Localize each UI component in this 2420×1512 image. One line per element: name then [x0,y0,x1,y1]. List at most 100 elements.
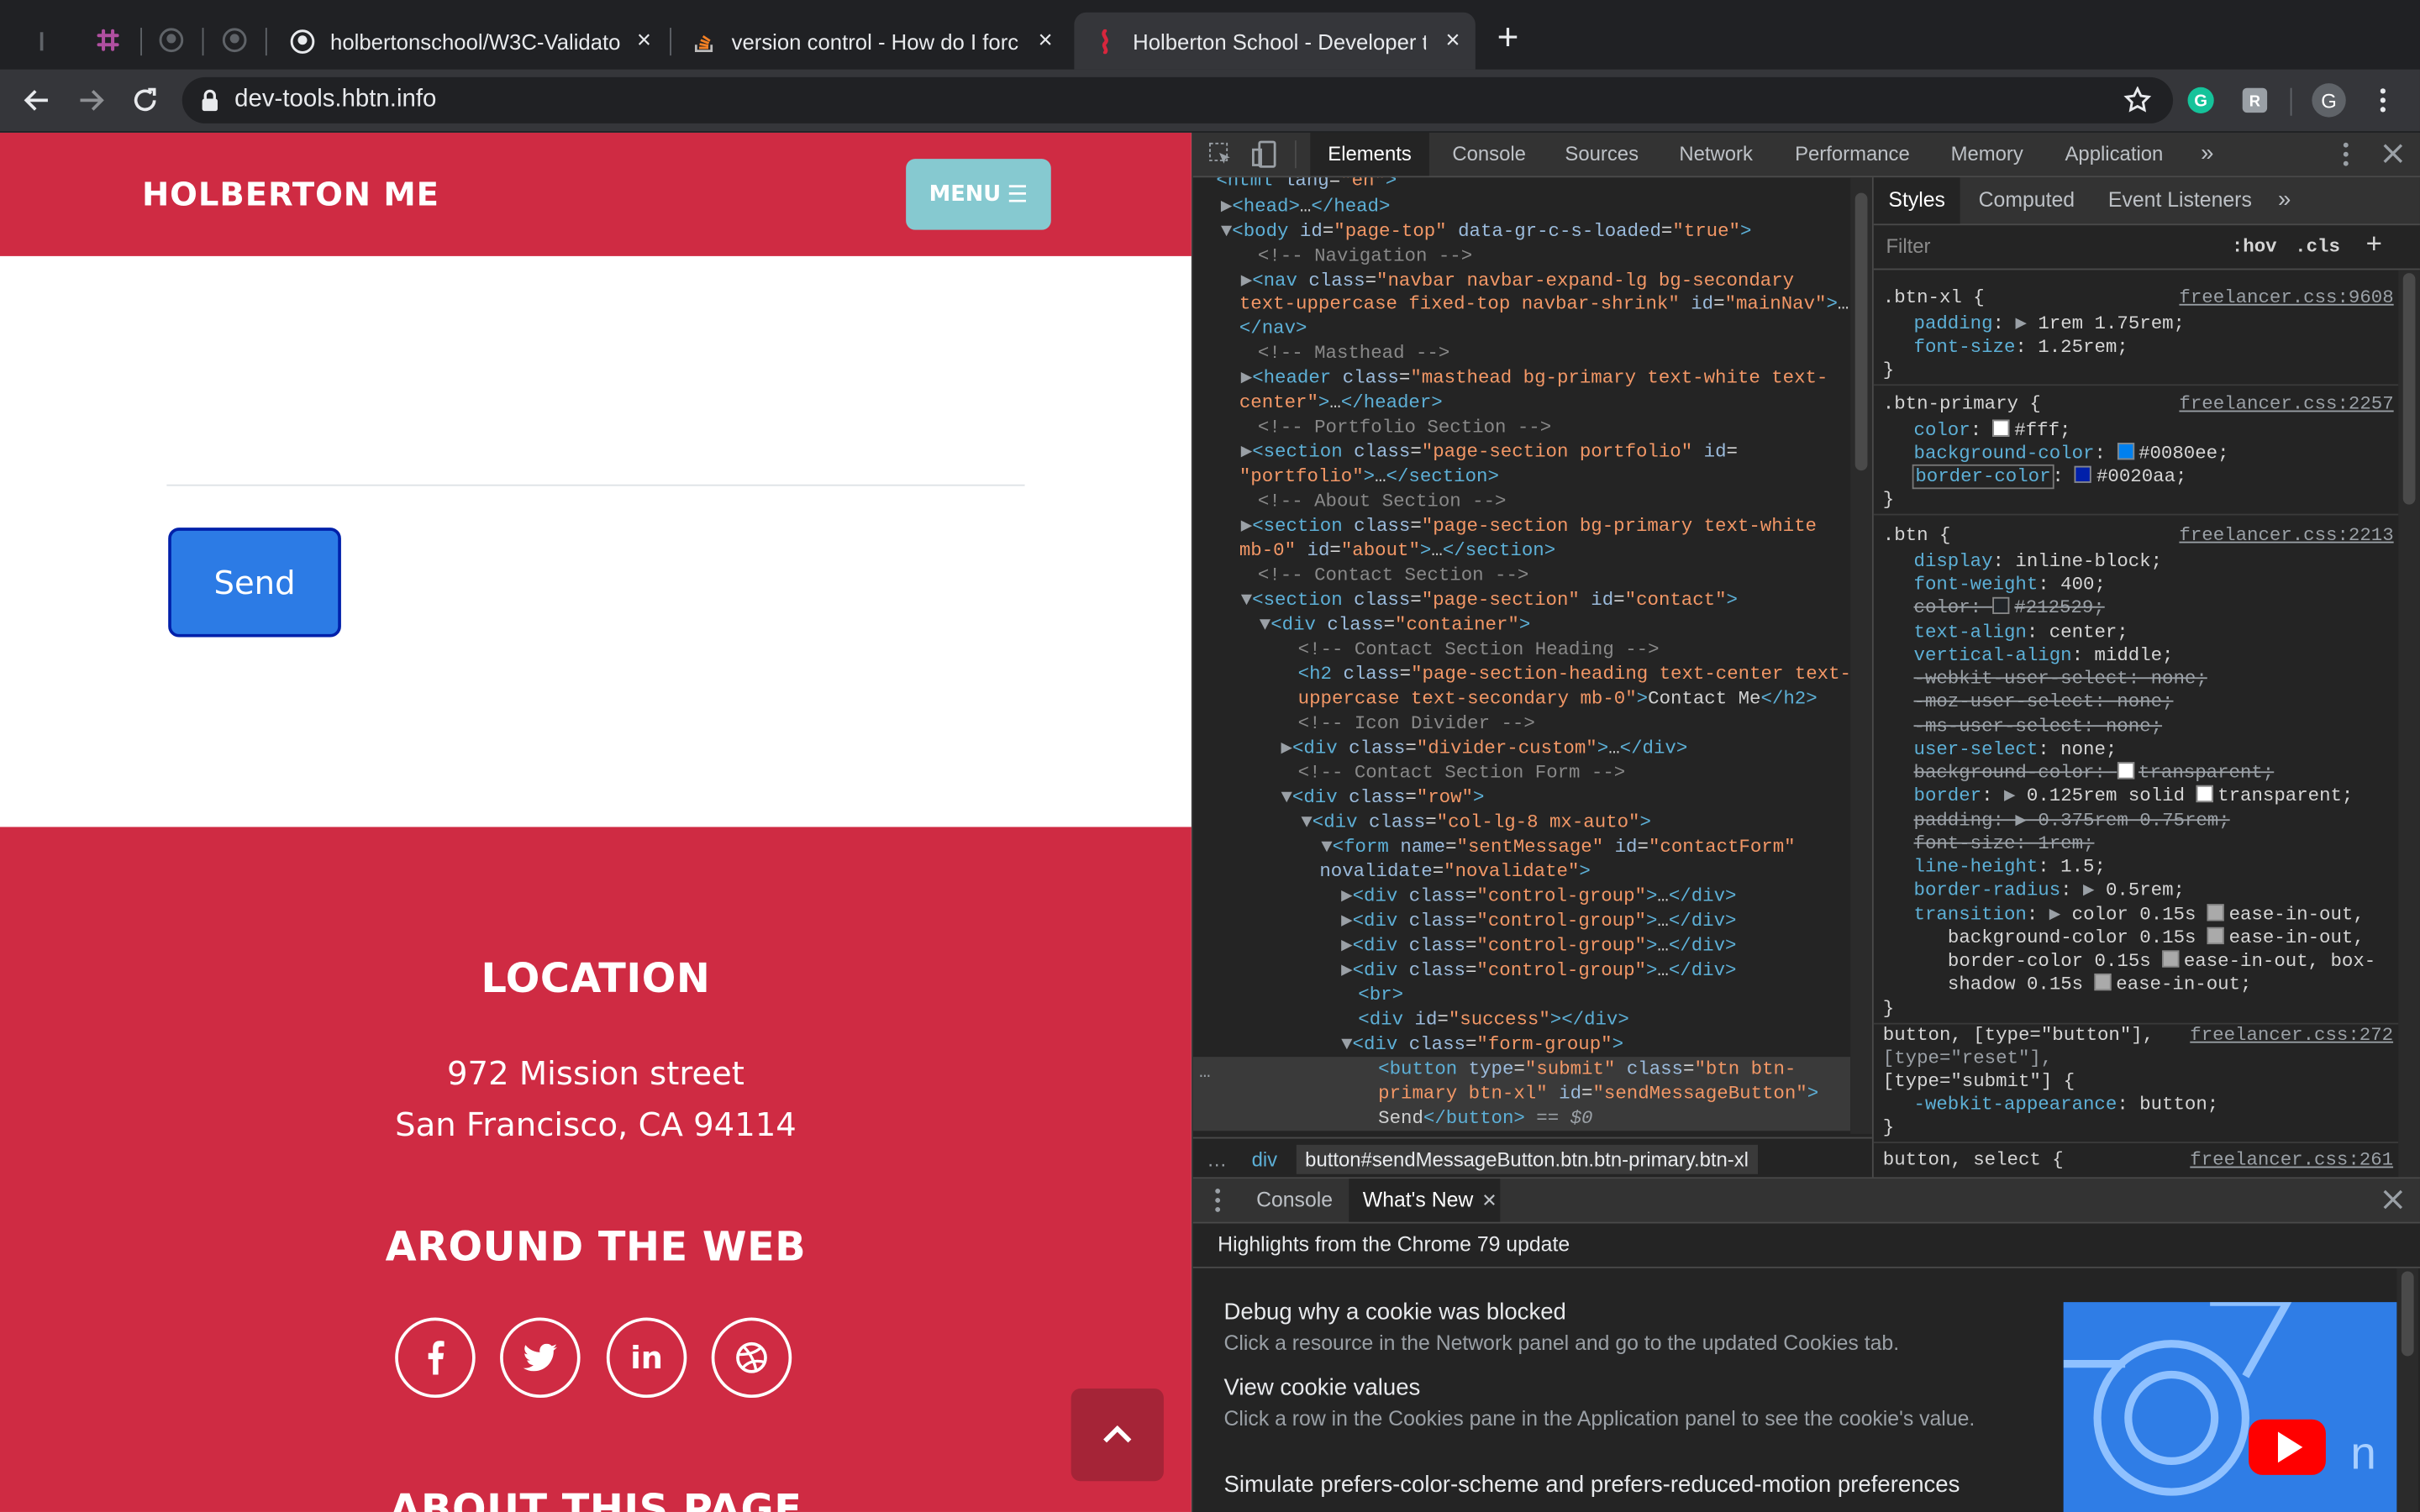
drawer-tab-console[interactable]: Console [1256,1179,1333,1221]
facebook-icon[interactable] [395,1317,476,1399]
github-icon [290,29,315,53]
close-drawer-tab-icon[interactable]: ✕ [1481,1179,1497,1221]
breadcrumb-item[interactable]: div [1252,1147,1278,1171]
more-tabs-icon[interactable]: » [2201,133,2213,176]
close-tab-icon[interactable]: × [1445,27,1460,55]
browser-tab-active[interactable]: Holberton School - Developer t × [1074,12,1476,70]
linkedin-icon[interactable]: in [606,1317,687,1399]
scroll-to-top-button[interactable] [1071,1389,1164,1482]
youtube-play-icon [2249,1419,2326,1475]
breadcrumb-overflow-icon[interactable]: … [1207,1147,1227,1171]
dribbble-icon[interactable] [711,1317,792,1399]
site-brand[interactable]: HOLBERTON ME [142,176,439,213]
extension-icon[interactable]: R [2236,81,2273,118]
send-button[interactable]: Send [168,528,341,638]
tab-event-listeners[interactable]: Event Listeners [2108,177,2252,223]
close-devtools-icon[interactable] [2383,144,2403,168]
browser-tab[interactable]: version control - How do I forc × [673,13,1068,70]
rule-selector: button, [type="button"], [1882,1024,2154,1047]
rule-source-link[interactable]: freelancer.css:2257 [2179,392,2393,417]
close-drawer-icon[interactable] [2383,1189,2403,1214]
about-page-heading: ABOUT THIS PAGE [389,1487,802,1512]
github-icon[interactable] [222,28,247,53]
reload-icon[interactable] [127,81,164,118]
omnibox[interactable]: dev-tools.hbtn.info [182,76,2174,123]
tab-network[interactable]: Network [1679,133,1753,176]
menu-button[interactable]: MENU ☰ [906,159,1051,230]
browser-toolbar: dev-tools.hbtn.info G R G [0,69,2420,132]
drawer-scrollbar[interactable] [2396,1268,2419,1512]
drawer-menu-icon[interactable] [1214,1188,1221,1217]
devtools-panel: Elements Console Sources Network Perform… [1192,132,2420,1512]
hover-state-toggle[interactable]: :hov [2232,236,2277,258]
bookmark-star-icon[interactable] [2123,86,2152,114]
forward-arrow-icon[interactable] [72,81,109,118]
twitter-icon[interactable] [500,1317,581,1399]
device-toolbar-icon[interactable] [1252,140,1276,173]
add-rule-icon[interactable]: + [2366,228,2382,261]
tab-performance[interactable]: Performance [1795,133,1910,176]
elements-scrollbar[interactable] [1850,177,1872,1134]
pinned-tab-icon[interactable]: ❙ [34,29,55,51]
rule-selector: .btn-xl { [1882,286,1985,309]
url-text: dev-tools.hbtn.info [234,86,437,113]
back-arrow-icon[interactable] [18,81,55,118]
screen: ❙ holbertonschool/W3C-Validato × version… [0,0,2420,1512]
breadcrumb-item-selected[interactable]: button#sendMessageButton.btn.btn-primary… [1296,1143,1759,1173]
rule-source-link[interactable]: freelancer.css:261 [2190,1148,2393,1173]
browser-tab[interactable]: holbertonschool/W3C-Validato × [271,13,666,70]
tab-title: holbertonschool/W3C-Validato [330,28,621,54]
inspect-element-icon[interactable] [1208,142,1233,171]
svg-text:G: G [2194,92,2207,111]
tab-elements[interactable]: Elements [1310,132,1429,176]
tab-application[interactable]: Application [2065,133,2164,176]
whats-new-item-title[interactable]: View cookie values [1224,1374,1421,1400]
elements-tree[interactable]: <html lang="en"> ▶<head>…</head> ▼<body … [1192,177,1851,1134]
rule-selector: .btn { [1882,524,1951,547]
rule-source-link[interactable]: freelancer.css:272 [2190,1023,2393,1047]
slack-icon[interactable] [96,28,120,52]
tab-memory[interactable]: Memory [1951,133,2023,176]
grammarly-icon[interactable]: G [2182,81,2219,118]
svg-text:n: n [2350,1427,2376,1479]
holberton-icon [1092,28,1117,54]
tab-title: Holberton School - Developer t [1133,28,1427,54]
whats-new-item-title[interactable]: Debug why a cookie was blocked [1224,1299,1566,1326]
linkedin-label: in [630,1339,663,1377]
tab-sources[interactable]: Sources [1565,133,1639,176]
tab-computed[interactable]: Computed [1979,177,2075,223]
close-tab-icon[interactable]: × [1038,27,1052,55]
tab-console[interactable]: Console [1452,133,1526,176]
svg-text:R: R [2249,92,2260,110]
new-tab-button[interactable]: + [1497,19,1528,57]
site-navbar: HOLBERTON ME MENU ☰ [0,132,1192,256]
more-panes-icon[interactable]: » [2278,177,2291,223]
around-web-heading: AROUND THE WEB [385,1225,807,1272]
class-toggle[interactable]: .cls [2295,236,2340,258]
drawer-tab-whats-new[interactable]: What's New ✕ [1349,1179,1501,1222]
devtools-tabbar: Elements Console Sources Network Perform… [1192,132,2420,178]
whats-new-header: Highlights from the Chrome 79 update [1192,1224,2420,1268]
styles-filter-input[interactable]: Filter [1886,234,1930,258]
address-line-1: 972 Mission street [447,1055,744,1093]
stackoverflow-icon [692,29,716,53]
devtools-menu-icon[interactable] [2343,142,2349,171]
whats-new-item-title[interactable]: Simulate prefers-color-scheme and prefer… [1224,1472,1960,1498]
rule-source-link[interactable]: freelancer.css:9608 [2179,286,2393,310]
kebab-menu-icon[interactable] [2365,81,2402,118]
css-rules[interactable]: .btn-xl { freelancer.css:9608 padding: ▶… [1873,270,2399,1177]
styles-filter-bar: Filter :hov .cls + [1873,225,2420,270]
github-icon[interactable] [159,28,184,53]
rule-source-link[interactable]: freelancer.css:2213 [2179,523,2393,548]
tab-styles[interactable]: Styles [1873,177,1960,224]
whats-new-item-desc: Click a resource in the Network panel an… [1223,1331,1900,1355]
profile-avatar[interactable]: G [2311,81,2348,118]
breadcrumb: … div button#sendMessageButton.btn.btn-p… [1192,1137,1872,1179]
video-thumbnail[interactable]: n [2063,1302,2397,1512]
styles-pane: Styles Computed Event Listeners » Filter… [1873,177,2420,1178]
lock-icon [201,89,219,112]
location-heading: LOCATION [481,956,711,1003]
site-footer: LOCATION 972 Mission street San Francisc… [0,827,1192,1512]
styles-scrollbar[interactable] [2398,270,2420,1178]
close-tab-icon[interactable]: × [637,27,651,55]
